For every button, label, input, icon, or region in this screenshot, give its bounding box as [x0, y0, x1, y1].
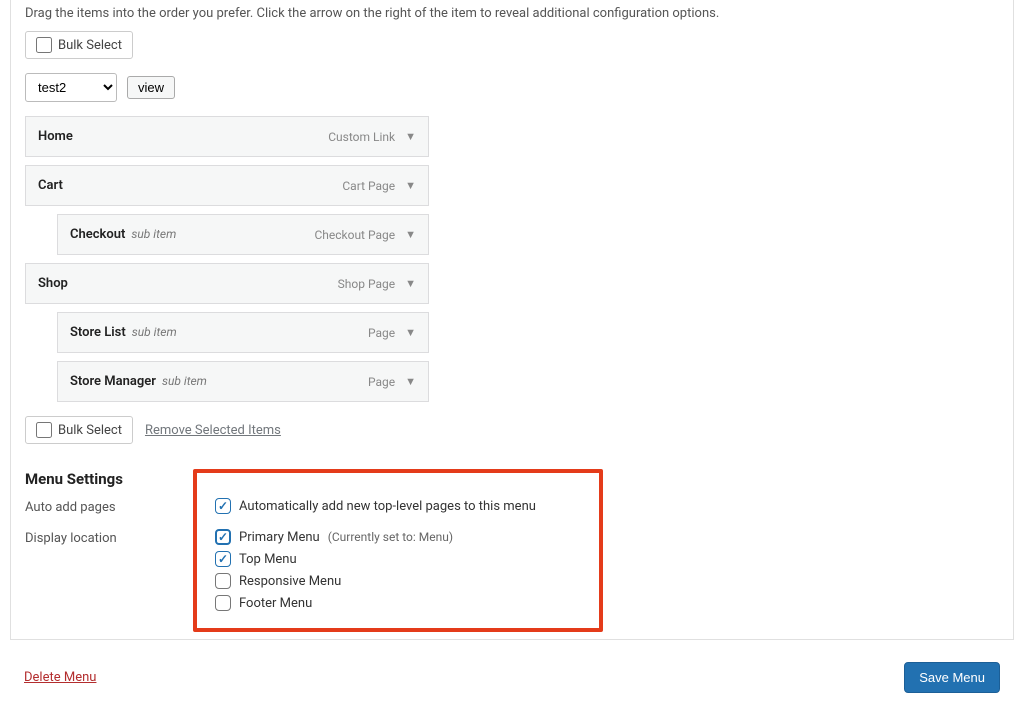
menu-item-title: Shop — [38, 276, 68, 291]
bulk-select-row-bottom: Bulk Select Remove Selected Items — [25, 416, 999, 444]
menu-item-subtext: sub item — [132, 325, 177, 339]
display-location-label: Display location — [25, 529, 215, 546]
bulk-select-bottom-label: Bulk Select — [58, 423, 122, 438]
menu-select-dropdown[interactable]: test2 — [25, 73, 117, 102]
bulk-select-row-top: Bulk Select — [25, 31, 999, 59]
display-location-checkbox[interactable] — [215, 551, 231, 567]
menu-settings-heading: Menu Settings — [25, 470, 999, 488]
display-location-note: (Currently set to: Menu) — [328, 530, 453, 544]
menu-item-title: Cart — [38, 178, 63, 193]
auto-add-pages-text: Automatically add new top-level pages to… — [239, 499, 536, 514]
chevron-down-icon[interactable]: ▼ — [405, 326, 416, 339]
menu-item[interactable]: Cart Cart Page ▼ — [25, 165, 429, 206]
menu-item-type: Custom Link — [328, 130, 395, 144]
view-button[interactable]: view — [127, 76, 175, 99]
display-location-options: Primary Menu (Currently set to: Menu) Top… — [215, 529, 999, 611]
bulk-select-top[interactable]: Bulk Select — [25, 31, 133, 59]
menu-item-type: Checkout Page — [314, 228, 395, 242]
menu-settings-section: Menu Settings Auto add pages Automatical… — [25, 470, 999, 627]
display-location-checkbox[interactable] — [215, 595, 231, 611]
menu-item-type: Cart Page — [342, 179, 395, 193]
auto-add-pages-label: Auto add pages — [25, 498, 215, 515]
display-location-option-label: Footer Menu — [239, 596, 312, 611]
display-location-option-label: Responsive Menu — [239, 574, 341, 589]
menu-item-title: Store List — [70, 325, 126, 340]
menu-picker-row: test2 view — [25, 73, 999, 102]
menu-item-title: Store Manager — [70, 374, 156, 389]
display-location-option-label: Primary Menu — [239, 530, 320, 545]
menu-item-title: Checkout — [70, 227, 125, 242]
auto-add-pages-checkbox[interactable] — [215, 498, 231, 514]
menu-item-subtext: sub item — [131, 227, 176, 241]
chevron-down-icon[interactable]: ▼ — [405, 375, 416, 388]
menu-item[interactable]: Home Custom Link ▼ — [25, 116, 429, 157]
menu-items-list: Home Custom Link ▼ Cart Cart Page ▼ Checkout su… — [25, 116, 429, 402]
bulk-select-bottom[interactable]: Bulk Select — [25, 416, 133, 444]
bulk-select-bottom-checkbox[interactable] — [36, 422, 52, 438]
chevron-down-icon[interactable]: ▼ — [405, 277, 416, 290]
menu-item-type: Page — [368, 375, 395, 389]
bulk-select-top-checkbox[interactable] — [36, 37, 52, 53]
menu-item[interactable]: Store Manager sub item Page ▼ — [57, 361, 429, 402]
display-location-checkbox[interactable] — [215, 529, 231, 545]
bulk-select-top-label: Bulk Select — [58, 38, 122, 53]
menu-item-type: Shop Page — [338, 277, 395, 291]
menu-item-subtext: sub item — [162, 374, 207, 388]
display-location-option-label: Top Menu — [239, 552, 297, 567]
chevron-down-icon[interactable]: ▼ — [405, 130, 416, 143]
footer-row: Delete Menu Save Menu — [0, 650, 1024, 707]
delete-menu-link[interactable]: Delete Menu — [24, 670, 96, 685]
chevron-down-icon[interactable]: ▼ — [405, 179, 416, 192]
instructions-text: Drag the items into the order you prefer… — [25, 6, 999, 21]
chevron-down-icon[interactable]: ▼ — [405, 228, 416, 241]
menu-item[interactable]: Shop Shop Page ▼ — [25, 263, 429, 304]
remove-selected-link[interactable]: Remove Selected Items — [145, 423, 281, 438]
display-location-checkbox[interactable] — [215, 573, 231, 589]
menu-item[interactable]: Checkout sub item Checkout Page ▼ — [57, 214, 429, 255]
menu-item[interactable]: Store List sub item Page ▼ — [57, 312, 429, 353]
menu-item-type: Page — [368, 326, 395, 340]
menu-item-title: Home — [38, 129, 73, 144]
